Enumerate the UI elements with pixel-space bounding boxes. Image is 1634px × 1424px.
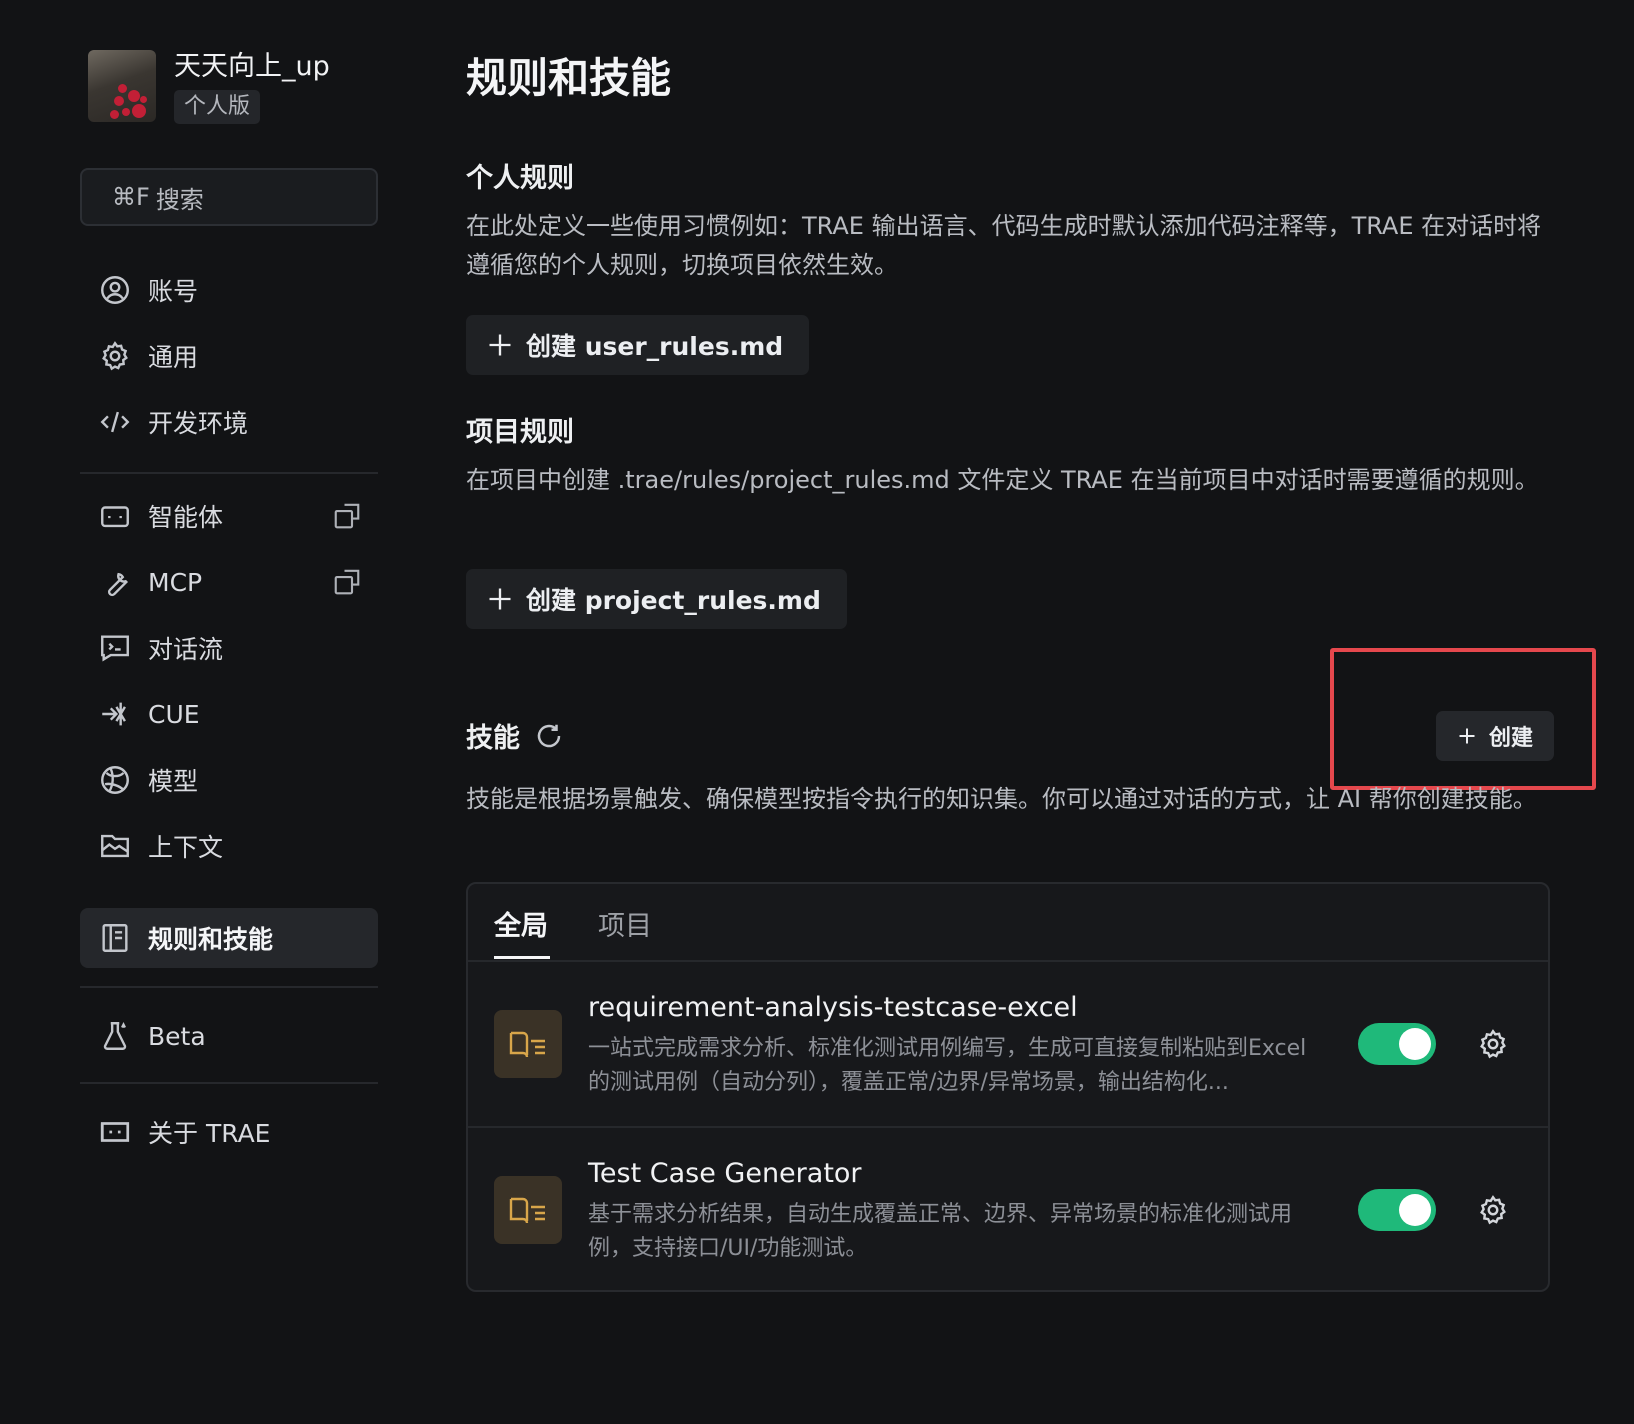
- create-project-rules-label: 创建 project_rules.md: [526, 586, 821, 615]
- trae-logo-icon: [100, 1122, 130, 1142]
- sidebar-item-label: 智能体: [148, 503, 224, 532]
- page-title: 规则和技能: [466, 54, 671, 102]
- gear-icon[interactable]: [1476, 1027, 1510, 1061]
- search-placeholder: 搜索: [155, 185, 204, 214]
- skill-desc: 一站式完成需求分析、标准化测试用例编写，生成可直接复制粘贴到Excel的测试用例…: [588, 1036, 1307, 1095]
- skill-name: Test Case Generator: [588, 1158, 862, 1189]
- avatar: [88, 50, 156, 122]
- robot-icon: [101, 506, 129, 528]
- cue-icon: [102, 702, 126, 726]
- sidebar-item-general[interactable]: 通用: [80, 326, 378, 386]
- sidebar-item-label: 通用: [148, 343, 199, 372]
- sidebar-item-models[interactable]: 模型: [80, 750, 378, 810]
- sidebar-item-dev-env[interactable]: 开发环境: [80, 392, 378, 452]
- sidebar-item-agents[interactable]: 智能体: [80, 486, 378, 546]
- model-icon: [101, 766, 129, 794]
- skill-enabled-toggle[interactable]: [1358, 1189, 1436, 1231]
- sidebar-item-label: 开发环境: [148, 409, 249, 438]
- sidebar-item-label: 模型: [148, 767, 199, 796]
- skills-desc: 技能是根据场景触发、确保模型按指令执行的知识集。你可以通过对话的方式，让 AI …: [466, 785, 1537, 813]
- skill-book-icon: [494, 1010, 562, 1078]
- skill-row[interactable]: Test Case Generator 基于需求分析结果，自动生成覆盖正常、边界…: [468, 1126, 1548, 1290]
- sidebar-item-mcp[interactable]: MCP: [80, 552, 378, 612]
- skill-row[interactable]: requirement-analysis-testcase-excel 一站式完…: [468, 962, 1548, 1126]
- skills-title: 技能: [466, 723, 520, 754]
- sidebar: 天天向上_up 个人版 ⌘F 搜索 账号 通用 开发环境 智能体 MCP 对话流…: [0, 0, 420, 1424]
- sidebar-item-label: CUE: [148, 699, 200, 729]
- user-profile[interactable]: 天天向上_up 个人版: [88, 50, 330, 124]
- search-input[interactable]: ⌘F 搜索: [80, 168, 378, 226]
- sidebar-item-label: 规则和技能: [148, 925, 274, 954]
- gear-icon: [102, 341, 128, 371]
- flask-icon: [103, 1021, 127, 1050]
- create-project-rules-button[interactable]: 创建 project_rules.md: [466, 569, 847, 629]
- sidebar-item-rules-skills[interactable]: 规则和技能: [80, 908, 378, 968]
- sidebar-item-about[interactable]: 关于 TRAE: [80, 1102, 378, 1162]
- tab-global[interactable]: 全局: [494, 904, 548, 943]
- sidebar-item-context[interactable]: 上下文: [80, 816, 378, 876]
- skill-book-icon: [494, 1176, 562, 1244]
- tab-project[interactable]: 项目: [598, 904, 652, 943]
- toggle-knob: [1399, 1028, 1431, 1060]
- sidebar-item-label: 账号: [148, 277, 199, 306]
- wrench-icon: [107, 572, 129, 597]
- plus-icon: [489, 588, 511, 610]
- personal-rules-desc: 在此处定义一些使用习惯例如：TRAE 输出语言、代码生成时默认添加代码注释等，T…: [466, 212, 1542, 279]
- active-tab-indicator: [494, 956, 550, 959]
- sidebar-divider: [80, 472, 378, 474]
- toggle-knob: [1399, 1194, 1431, 1226]
- sidebar-item-label: MCP: [148, 567, 203, 597]
- create-user-rules-label: 创建 user_rules.md: [526, 332, 784, 361]
- sidebar-divider: [80, 986, 378, 988]
- external-link-icon: [334, 569, 360, 595]
- search-shortcut: ⌘F: [112, 183, 150, 211]
- user-circle-icon: [101, 276, 129, 304]
- sidebar-item-cue[interactable]: CUE: [80, 684, 378, 744]
- sidebar-item-beta[interactable]: Beta: [80, 1006, 378, 1066]
- chat-terminal-icon: [101, 635, 129, 662]
- skill-name: requirement-analysis-testcase-excel: [588, 992, 1078, 1023]
- sidebar-divider: [80, 1082, 378, 1084]
- skills-panel: 全局 项目 requirement-analysis-testcase-exce…: [466, 882, 1550, 1292]
- sidebar-item-label: 关于 TRAE: [148, 1119, 271, 1148]
- highlight-annotation-box: [1330, 648, 1596, 790]
- sidebar-item-account[interactable]: 账号: [80, 260, 378, 320]
- book-open-icon: [102, 924, 128, 952]
- external-link-icon: [334, 503, 360, 529]
- sidebar-item-label: Beta: [148, 1021, 206, 1051]
- sidebar-item-label: 对话流: [148, 635, 224, 664]
- project-rules-title: 项目规则: [466, 417, 574, 448]
- gear-icon[interactable]: [1476, 1193, 1510, 1227]
- skill-desc: 基于需求分析结果，自动生成覆盖正常、边界、异常场景的标准化测试用例，支持接口/U…: [588, 1202, 1293, 1261]
- code-icon: [100, 411, 130, 433]
- skills-tabs: 全局 项目: [468, 884, 1548, 962]
- sidebar-item-flow[interactable]: 对话流: [80, 618, 378, 678]
- username: 天天向上_up: [174, 51, 330, 82]
- project-rules-desc: 在项目中创建 .trae/rules/project_rules.md 文件定义…: [466, 466, 1539, 494]
- create-user-rules-button[interactable]: 创建 user_rules.md: [466, 315, 810, 375]
- sidebar-item-label: 上下文: [148, 833, 224, 862]
- skills-header: 技能: [466, 716, 564, 755]
- folder-image-icon: [101, 834, 129, 858]
- plus-icon: [489, 334, 511, 356]
- skill-enabled-toggle[interactable]: [1358, 1023, 1436, 1065]
- refresh-icon[interactable]: [534, 721, 564, 751]
- plan-badge: 个人版: [174, 90, 261, 124]
- personal-rules-title: 个人规则: [466, 163, 574, 194]
